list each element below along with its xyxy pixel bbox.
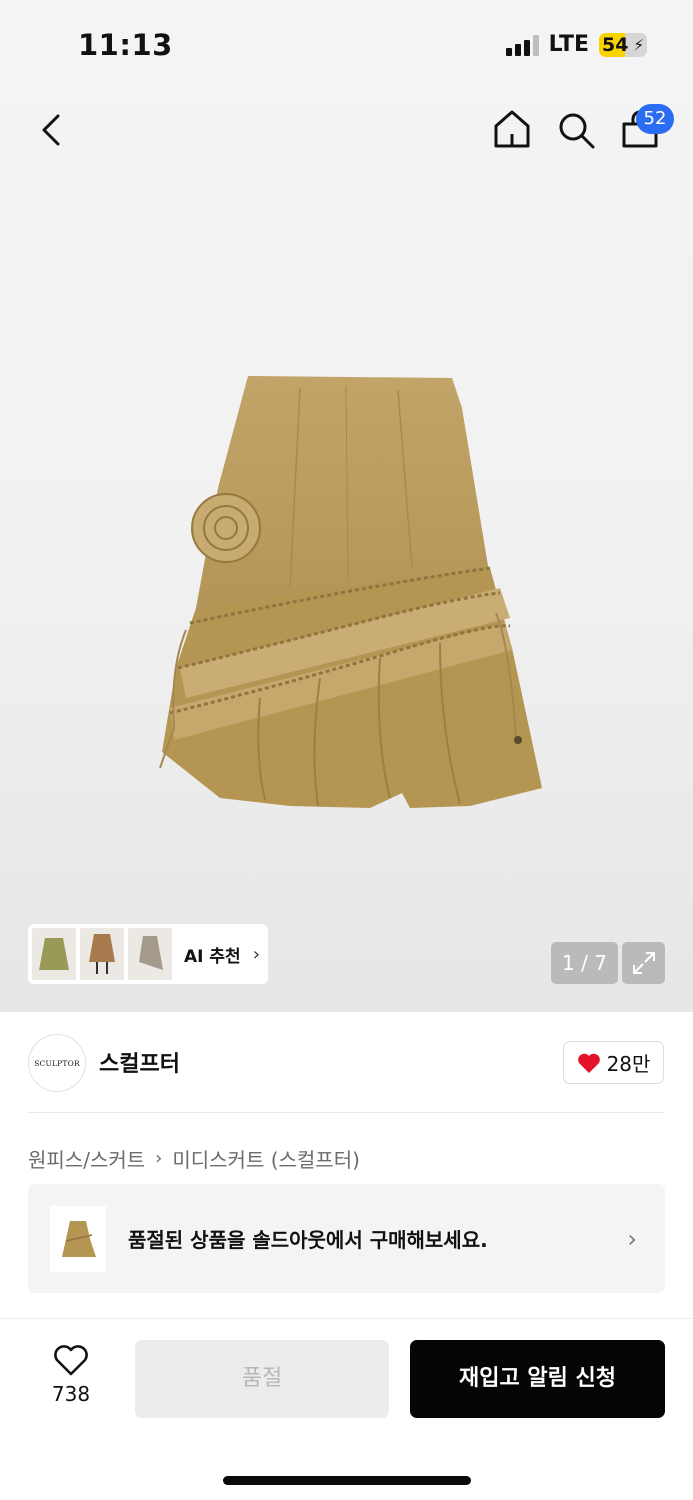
expand-icon bbox=[632, 952, 655, 974]
breadcrumb: 원피스/스커트 › 미디스커트 (스컬프터) bbox=[28, 1144, 360, 1173]
brand-name[interactable]: 스컬프터 bbox=[99, 1046, 180, 1078]
restock-alert-button[interactable]: 재입고 알림 신청 bbox=[410, 1340, 665, 1418]
soldout-banner-text: 품절된 상품을 솔드아웃에서 구매해보세요. bbox=[128, 1228, 488, 1252]
network-type: LTE bbox=[548, 32, 589, 57]
heart-outline-icon bbox=[54, 1345, 88, 1376]
divider bbox=[28, 1112, 665, 1113]
soldout-button: 품절 bbox=[135, 1340, 389, 1418]
chevron-left-icon[interactable] bbox=[36, 110, 72, 150]
product-hero: 11:13 LTE 54 ⚡ 52 AI 추천 › 1 / 7 bbox=[0, 0, 693, 1012]
heart-icon bbox=[577, 1053, 600, 1073]
soldout-banner[interactable]: 품절된 상품을 솔드아웃에서 구매해보세요. › bbox=[28, 1184, 665, 1293]
status-time: 11:13 bbox=[78, 28, 173, 62]
status-indicators: LTE 54 ⚡ bbox=[505, 32, 647, 57]
bolt-icon: ⚡ bbox=[633, 35, 644, 54]
battery-icon: 54 ⚡ bbox=[599, 32, 647, 57]
expand-button[interactable] bbox=[622, 942, 665, 984]
chevron-right-icon: › bbox=[252, 943, 260, 965]
search-icon[interactable] bbox=[556, 110, 596, 150]
breadcrumb-category[interactable]: 원피스/스커트 bbox=[28, 1144, 145, 1173]
home-icon[interactable] bbox=[492, 108, 532, 150]
brand-like-count: 28만 bbox=[606, 1052, 651, 1076]
ai-thumb bbox=[128, 928, 172, 980]
breadcrumb-subcategory[interactable]: 미디스커트 (스컬프터) bbox=[172, 1144, 360, 1173]
ai-recommend-label: AI 추천 bbox=[184, 946, 241, 967]
soldout-thumb bbox=[50, 1205, 106, 1272]
brand-logo-text: SCULPTOR bbox=[34, 1058, 80, 1068]
brand-like-button[interactable]: 28만 bbox=[563, 1041, 664, 1084]
product-image[interactable] bbox=[140, 368, 550, 816]
ai-recommend-chip[interactable]: AI 추천 › bbox=[28, 924, 268, 984]
signal-icon bbox=[505, 34, 539, 56]
wishlist-count: 738 bbox=[51, 1382, 91, 1406]
wishlist-button[interactable]: 738 bbox=[40, 1344, 102, 1414]
cart-count-badge[interactable]: 52 bbox=[636, 104, 674, 134]
image-counter: 1 / 7 bbox=[551, 942, 618, 984]
ai-thumb bbox=[80, 928, 124, 980]
chevron-right-icon: › bbox=[155, 1148, 163, 1169]
chevron-right-icon: › bbox=[627, 1225, 637, 1253]
brand-logo[interactable]: SCULPTOR bbox=[28, 1034, 86, 1092]
home-indicator bbox=[223, 1476, 471, 1485]
ai-thumb bbox=[32, 928, 76, 980]
